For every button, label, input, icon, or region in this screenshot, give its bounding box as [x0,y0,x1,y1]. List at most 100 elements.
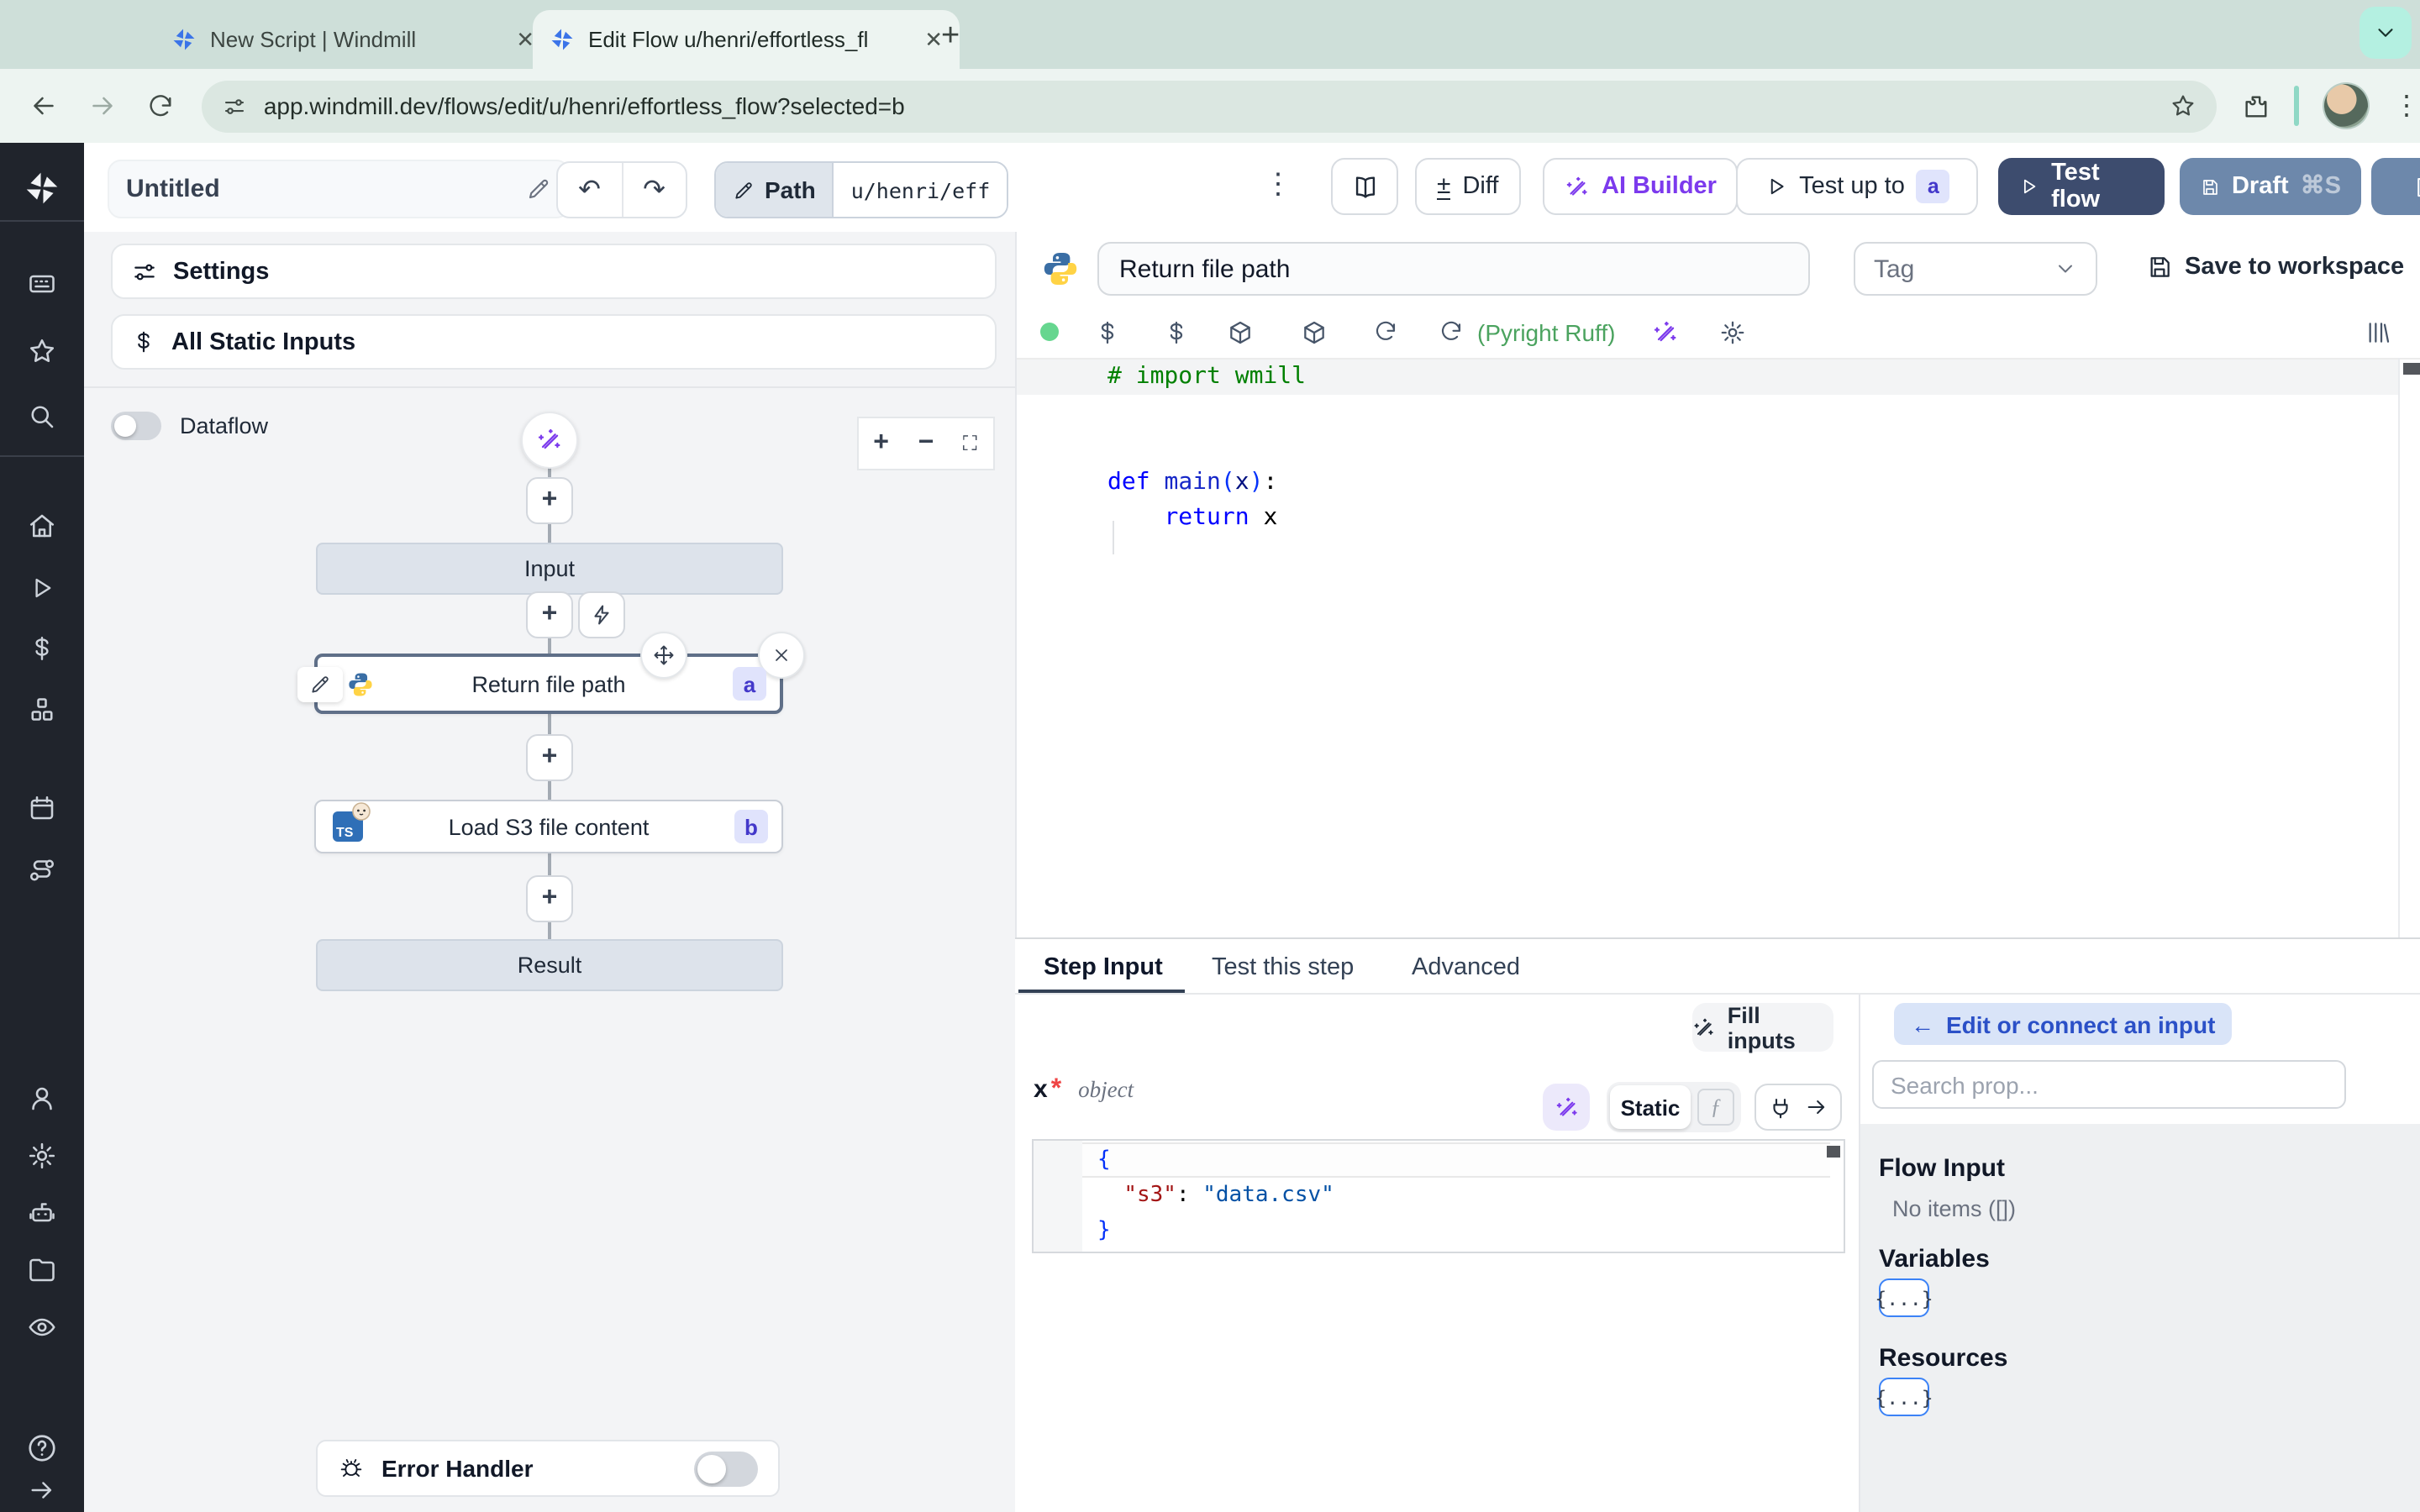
tab-test-this-step[interactable]: Test this step [1212,939,1354,995]
tab-close-icon[interactable]: ✕ [924,26,943,53]
package-icon[interactable] [1301,318,1328,345]
ai-builder-button[interactable]: AI Builder [1543,158,1739,215]
browser-tab-edit-flow[interactable]: Edit Flow u/henri/effortless_fl ✕ [533,10,960,69]
tab-search-button[interactable] [2360,7,2412,59]
refresh-icon[interactable] [1439,319,1464,344]
undo-redo-group: ↶ ↷ [556,161,687,218]
dollar-icon[interactable] [1163,318,1190,345]
editor-settings-gear-icon[interactable] [1719,318,1746,345]
flow-ai-wand-button[interactable] [521,412,578,469]
deploy-button[interactable]: Deploy [2371,158,2420,215]
schedules-calendar-icon[interactable] [27,793,57,823]
search-prop-input[interactable] [1872,1060,2346,1109]
plug-icon[interactable] [1768,1095,1793,1120]
tab-close-icon[interactable]: ✕ [516,26,534,53]
favorites-star-icon[interactable] [27,336,57,366]
settings-label: Settings [173,258,270,285]
expression-mode-button[interactable]: ƒ [1697,1089,1734,1126]
test-flow-button[interactable]: Test flow [1998,158,2165,215]
settings-row[interactable]: Settings [111,244,997,299]
extensions-icon[interactable] [2242,92,2270,120]
code-editor[interactable]: # import wmill def main(x): return x [1017,358,2420,937]
back-icon[interactable] [29,91,59,121]
zoom-in-icon[interactable]: + [873,428,889,459]
windmill-logo-icon[interactable] [24,170,60,207]
dollar-icon[interactable] [1094,318,1121,345]
resources-cubes-icon[interactable] [27,696,57,726]
insert-step-button[interactable]: + [526,591,573,638]
undo-button[interactable]: ↶ [558,163,623,217]
path-group[interactable]: Path u/henri/eff [714,161,1009,218]
tab-step-input[interactable]: Step Input [1044,939,1163,995]
scrollbar-thumb[interactable] [2403,363,2420,375]
test-up-to-button[interactable]: Test up to a [1736,158,1978,215]
audit-eye-icon[interactable] [27,1312,57,1342]
insert-trigger-button[interactable] [578,591,625,638]
ai-fill-button[interactable] [1543,1084,1590,1131]
node-move-handle[interactable] [640,632,687,679]
all-static-inputs-row[interactable]: All Static Inputs [111,314,997,370]
browser-tab-new-script[interactable]: New Script | Windmill ✕ [155,10,551,69]
workers-robot-icon[interactable] [27,1198,57,1228]
users-person-icon[interactable] [27,1084,57,1114]
package-icon[interactable] [1227,318,1254,345]
flow-node-a[interactable]: Return file path a [314,654,783,714]
json-value-editor[interactable]: { "s3": "data.csv"} [1032,1139,1845,1253]
insert-step-button[interactable]: + [526,477,573,524]
redo-button[interactable]: ↷ [623,163,686,217]
flow-node-b[interactable]: TS Load S3 file content b [314,800,783,853]
help-icon[interactable] [26,1432,58,1464]
settings-gear-icon[interactable] [27,1141,57,1171]
resources-braces-button[interactable]: {...} [1875,1378,1933,1416]
static-mode-button[interactable]: Static [1610,1085,1691,1129]
forward-icon[interactable] [87,91,118,121]
runs-play-icon[interactable] [28,574,56,602]
dataflow-toggle[interactable] [111,412,161,440]
flow-name-field[interactable]: Untitled [108,160,570,218]
diff-button[interactable]: ± Diff [1415,158,1521,215]
insert-step-button[interactable]: + [526,734,573,781]
folders-icon[interactable] [27,1255,57,1285]
arrow-right-icon[interactable] [1805,1095,1828,1119]
json-scrollbar-thumb[interactable] [1827,1146,1840,1158]
flows-route-icon[interactable] [27,855,57,885]
refresh-icon[interactable] [1373,319,1398,344]
home-icon[interactable] [27,511,57,541]
browser-menu-icon[interactable]: ⋮ [2393,89,2420,123]
browser-tab-strip: New Script | Windmill ✕ Edit Flow u/henr… [0,0,2420,69]
insert-step-button[interactable]: + [526,875,573,922]
pencil-icon [309,674,331,696]
library-icon[interactable] [2365,318,2391,345]
site-settings-icon[interactable] [222,93,247,118]
more-options-icon[interactable]: ⋮ [1264,168,1292,202]
fullscreen-icon[interactable]: ⛶ [963,431,979,456]
edit-or-connect-button[interactable]: ← Edit or connect an input [1894,1003,2233,1045]
node-edit-pencil[interactable] [297,667,343,702]
url-bar[interactable]: app.windmill.dev/flows/edit/u/henri/effo… [201,80,2217,132]
docs-button[interactable] [1331,158,1398,215]
avatar[interactable] [2323,82,2370,129]
variables-braces-button[interactable]: {...} [1875,1278,1933,1317]
expand-sidebar-icon[interactable] [28,1476,56,1504]
variables-dollar-icon[interactable] [28,634,56,663]
error-handler-row[interactable]: Error Handler [316,1440,780,1497]
tag-select[interactable]: Tag [1854,242,2097,296]
step-name-input[interactable]: Return file path [1097,242,1810,296]
tab-advanced[interactable]: Advanced [1412,939,1520,995]
draft-button[interactable]: Draft ⌘S [2180,158,2361,215]
bug-icon [338,1455,365,1482]
edit-pencil-icon[interactable] [526,176,551,202]
reload-icon[interactable] [146,92,175,120]
flow-result-node[interactable]: Result [316,939,783,991]
zoom-out-icon[interactable]: − [918,428,934,459]
new-tab-button[interactable]: + [941,18,960,55]
assistant-status[interactable]: (Pyright Ruff) [1477,318,1615,345]
error-handler-toggle[interactable] [694,1451,758,1486]
bookmark-star-icon[interactable] [2170,92,2196,119]
save-to-workspace-button[interactable]: Save to workspace [2146,254,2404,281]
fill-inputs-button[interactable]: Fill inputs [1692,1002,1833,1053]
search-icon[interactable] [27,402,57,432]
ai-wand-icon[interactable] [1652,318,1679,345]
flow-input-node[interactable]: Input [316,543,783,595]
workspace-icon[interactable] [27,269,57,299]
